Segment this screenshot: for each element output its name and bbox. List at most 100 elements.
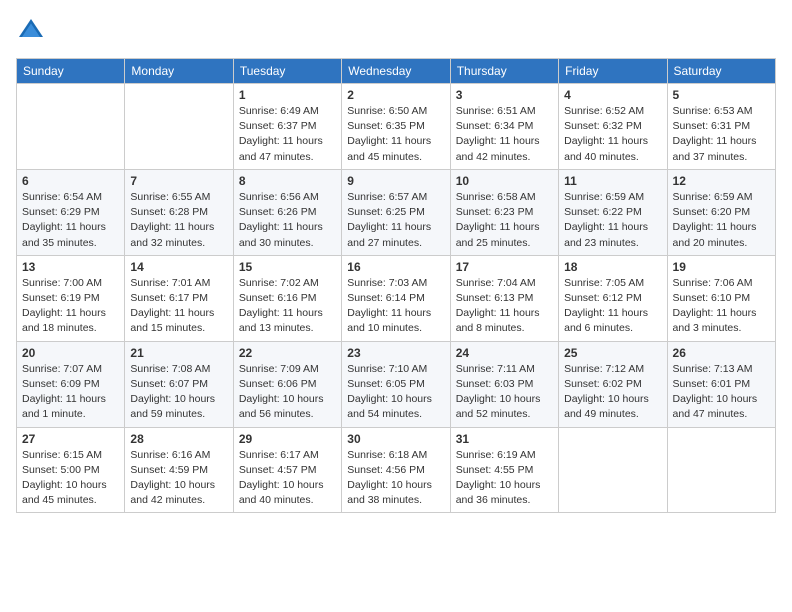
day-number: 4 [564,88,661,102]
day-info: Sunrise: 7:00 AM Sunset: 6:19 PM Dayligh… [22,276,119,337]
day-number: 19 [673,260,770,274]
day-info: Sunrise: 6:19 AM Sunset: 4:55 PM Dayligh… [456,448,553,509]
calendar-cell: 19 Sunrise: 7:06 AM Sunset: 6:10 PM Dayli… [667,255,775,341]
calendar-cell [17,84,125,170]
day-number: 17 [456,260,553,274]
logo [16,16,50,46]
day-info: Sunrise: 7:12 AM Sunset: 6:02 PM Dayligh… [564,362,661,423]
day-number: 31 [456,432,553,446]
logo-icon [16,16,46,46]
weekday-header: Friday [559,59,667,84]
calendar-cell: 14 Sunrise: 7:01 AM Sunset: 6:17 PM Dayli… [125,255,233,341]
day-number: 29 [239,432,336,446]
day-info: Sunrise: 7:08 AM Sunset: 6:07 PM Dayligh… [130,362,227,423]
day-info: Sunrise: 6:51 AM Sunset: 6:34 PM Dayligh… [456,104,553,165]
calendar-cell: 9 Sunrise: 6:57 AM Sunset: 6:25 PM Daylig… [342,169,450,255]
calendar-cell [667,427,775,513]
calendar-table: SundayMondayTuesdayWednesdayThursdayFrid… [16,58,776,513]
calendar-cell: 12Sunrise: 6:59 AM Sunset: 6:20 PM Dayli… [667,169,775,255]
day-number: 26 [673,346,770,360]
calendar-cell: 29 Sunrise: 6:17 AM Sunset: 4:57 PM Dayli… [233,427,341,513]
day-number: 15 [239,260,336,274]
calendar-cell [125,84,233,170]
calendar-cell: 23 Sunrise: 7:10 AM Sunset: 6:05 PM Dayli… [342,341,450,427]
day-info: Sunrise: 6:53 AM Sunset: 6:31 PM Dayligh… [673,104,770,165]
day-number: 6 [22,174,119,188]
day-info: Sunrise: 6:56 AM Sunset: 6:26 PM Dayligh… [239,190,336,251]
weekday-header: Monday [125,59,233,84]
day-number: 20 [22,346,119,360]
day-number: 5 [673,88,770,102]
calendar-cell: 13 Sunrise: 7:00 AM Sunset: 6:19 PM Dayli… [17,255,125,341]
calendar-cell: 24 Sunrise: 7:11 AM Sunset: 6:03 PM Dayli… [450,341,558,427]
calendar-cell: 7Sunrise: 6:55 AM Sunset: 6:28 PM Daylig… [125,169,233,255]
weekday-header: Thursday [450,59,558,84]
day-number: 27 [22,432,119,446]
day-number: 1 [239,88,336,102]
calendar-cell: 30Sunrise: 6:18 AM Sunset: 4:56 PM Dayli… [342,427,450,513]
day-number: 14 [130,260,227,274]
day-info: Sunrise: 7:03 AM Sunset: 6:14 PM Dayligh… [347,276,444,337]
calendar-week-row: 13 Sunrise: 7:00 AM Sunset: 6:19 PM Dayli… [17,255,776,341]
day-number: 2 [347,88,444,102]
calendar-cell: 11 Sunrise: 6:59 AM Sunset: 6:22 PM Dayli… [559,169,667,255]
day-number: 21 [130,346,227,360]
day-number: 16 [347,260,444,274]
day-info: Sunrise: 7:10 AM Sunset: 6:05 PM Dayligh… [347,362,444,423]
calendar-cell: 8 Sunrise: 6:56 AM Sunset: 6:26 PM Daylig… [233,169,341,255]
day-info: Sunrise: 7:04 AM Sunset: 6:13 PM Dayligh… [456,276,553,337]
day-info: Sunrise: 6:59 AM Sunset: 6:20 PM Dayligh… [673,190,770,251]
weekday-header: Tuesday [233,59,341,84]
calendar-cell: 26 Sunrise: 7:13 AM Sunset: 6:01 PM Dayli… [667,341,775,427]
day-info: Sunrise: 6:50 AM Sunset: 6:35 PM Dayligh… [347,104,444,165]
calendar-cell: 27 Sunrise: 6:15 AM Sunset: 5:00 PM Dayli… [17,427,125,513]
calendar-cell: 25 Sunrise: 7:12 AM Sunset: 6:02 PM Dayli… [559,341,667,427]
day-number: 28 [130,432,227,446]
day-number: 10 [456,174,553,188]
weekday-header: Wednesday [342,59,450,84]
day-info: Sunrise: 6:49 AM Sunset: 6:37 PM Dayligh… [239,104,336,165]
day-number: 25 [564,346,661,360]
day-info: Sunrise: 6:58 AM Sunset: 6:23 PM Dayligh… [456,190,553,251]
day-info: Sunrise: 6:18 AM Sunset: 4:56 PM Dayligh… [347,448,444,509]
day-number: 9 [347,174,444,188]
calendar-week-row: 20 Sunrise: 7:07 AM Sunset: 6:09 PM Dayli… [17,341,776,427]
day-info: Sunrise: 7:09 AM Sunset: 6:06 PM Dayligh… [239,362,336,423]
calendar-cell: 5 Sunrise: 6:53 AM Sunset: 6:31 PM Daylig… [667,84,775,170]
calendar-cell: 15 Sunrise: 7:02 AM Sunset: 6:16 PM Dayli… [233,255,341,341]
day-info: Sunrise: 6:16 AM Sunset: 4:59 PM Dayligh… [130,448,227,509]
calendar-cell: 6 Sunrise: 6:54 AM Sunset: 6:29 PM Daylig… [17,169,125,255]
day-info: Sunrise: 6:52 AM Sunset: 6:32 PM Dayligh… [564,104,661,165]
day-info: Sunrise: 7:05 AM Sunset: 6:12 PM Dayligh… [564,276,661,337]
day-info: Sunrise: 7:02 AM Sunset: 6:16 PM Dayligh… [239,276,336,337]
day-number: 24 [456,346,553,360]
day-info: Sunrise: 6:54 AM Sunset: 6:29 PM Dayligh… [22,190,119,251]
day-info: Sunrise: 7:06 AM Sunset: 6:10 PM Dayligh… [673,276,770,337]
day-number: 18 [564,260,661,274]
day-number: 23 [347,346,444,360]
calendar-week-row: 27 Sunrise: 6:15 AM Sunset: 5:00 PM Dayli… [17,427,776,513]
weekday-header: Sunday [17,59,125,84]
day-number: 11 [564,174,661,188]
calendar-cell: 22 Sunrise: 7:09 AM Sunset: 6:06 PM Dayli… [233,341,341,427]
calendar-cell: 10 Sunrise: 6:58 AM Sunset: 6:23 PM Dayli… [450,169,558,255]
day-info: Sunrise: 7:11 AM Sunset: 6:03 PM Dayligh… [456,362,553,423]
day-info: Sunrise: 6:17 AM Sunset: 4:57 PM Dayligh… [239,448,336,509]
calendar-cell: 17 Sunrise: 7:04 AM Sunset: 6:13 PM Dayli… [450,255,558,341]
day-info: Sunrise: 7:01 AM Sunset: 6:17 PM Dayligh… [130,276,227,337]
page-header [16,16,776,46]
day-number: 22 [239,346,336,360]
weekday-header: Saturday [667,59,775,84]
day-number: 13 [22,260,119,274]
calendar-cell [559,427,667,513]
calendar-cell: 3Sunrise: 6:51 AM Sunset: 6:34 PM Daylig… [450,84,558,170]
day-info: Sunrise: 6:59 AM Sunset: 6:22 PM Dayligh… [564,190,661,251]
calendar-week-row: 6 Sunrise: 6:54 AM Sunset: 6:29 PM Daylig… [17,169,776,255]
day-info: Sunrise: 7:07 AM Sunset: 6:09 PM Dayligh… [22,362,119,423]
calendar-cell: 4 Sunrise: 6:52 AM Sunset: 6:32 PM Daylig… [559,84,667,170]
day-info: Sunrise: 7:13 AM Sunset: 6:01 PM Dayligh… [673,362,770,423]
day-info: Sunrise: 6:57 AM Sunset: 6:25 PM Dayligh… [347,190,444,251]
day-number: 8 [239,174,336,188]
weekday-header-row: SundayMondayTuesdayWednesdayThursdayFrid… [17,59,776,84]
day-info: Sunrise: 6:15 AM Sunset: 5:00 PM Dayligh… [22,448,119,509]
